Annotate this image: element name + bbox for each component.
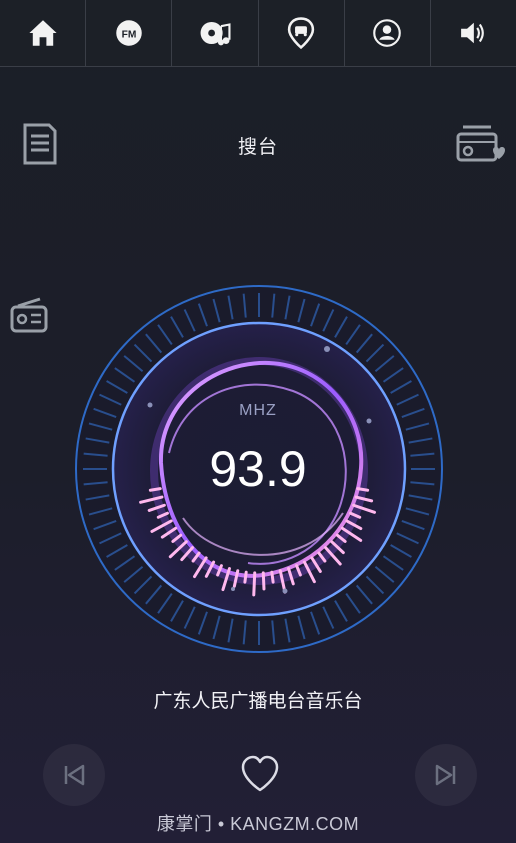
- tab-volume[interactable]: [431, 0, 516, 66]
- next-button[interactable]: [415, 744, 477, 806]
- tab-fm[interactable]: FM: [86, 0, 173, 66]
- frequency-value: 93.9: [209, 441, 307, 497]
- volume-icon: [461, 22, 485, 44]
- favorite-button[interactable]: [238, 752, 282, 796]
- glow-spike: [270, 570, 275, 584]
- fm-icon: FM: [116, 20, 142, 46]
- heart-icon: [241, 755, 279, 792]
- tab-home[interactable]: [0, 0, 87, 66]
- page-title: 搜台: [237, 137, 278, 158]
- watermark: 康掌门 • KANGZM.COM: [156, 814, 360, 834]
- skip-next-icon: [435, 764, 456, 786]
- tab-music[interactable]: [172, 0, 259, 66]
- music-disc-icon: [200, 21, 231, 46]
- tab-profile[interactable]: [345, 0, 431, 66]
- car-location-icon: [287, 17, 315, 50]
- top-navigation: FM: [0, 0, 516, 67]
- skip-previous-icon: [64, 764, 85, 786]
- radio-icon: [10, 297, 48, 333]
- glow-spike: [252, 571, 257, 597]
- user-icon: [373, 19, 402, 47]
- station-name: 广东人民广播电台音乐台: [153, 691, 363, 712]
- glow-spike: [261, 571, 266, 591]
- radio-button[interactable]: [10, 297, 48, 340]
- tab-navigation[interactable]: [259, 0, 345, 66]
- home-icon: [28, 20, 57, 46]
- fm-icon-label: FM: [121, 29, 136, 40]
- previous-button[interactable]: [43, 744, 105, 806]
- radio-favorite-button[interactable]: [455, 124, 505, 173]
- radio-favorite-icon: [456, 125, 505, 162]
- glow-spike: [243, 570, 248, 584]
- frequency-unit: MHZ: [239, 402, 277, 419]
